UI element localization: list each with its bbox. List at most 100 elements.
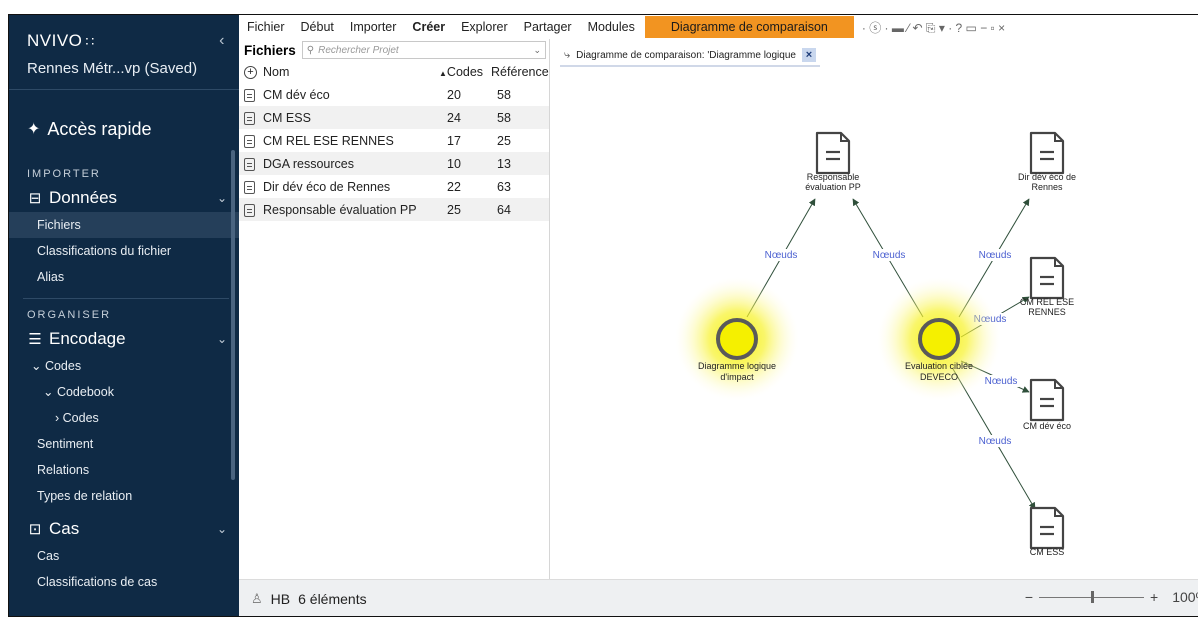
menu-modules[interactable]: Modules [580,20,643,34]
sidebar-item-relation-types[interactable]: Types de relation [9,483,239,509]
cell-reference: 58 [487,106,549,129]
doc-node-cmdev[interactable]: CM dév éco [1023,378,1071,431]
table-row[interactable]: CM REL ESE RENNES 17 25 [239,129,549,152]
cell-reference: 63 [497,179,511,194]
center-node-left[interactable]: Diagramme logique d'impact [675,277,799,401]
doc-node-label-2: Rennes [1031,182,1063,192]
center-node-right-label-1: Evaluation ciblée [905,361,973,371]
edge-label: Nœuds [979,436,1012,447]
coding-icon: ☰ [28,331,42,348]
sidebar-item-alias[interactable]: Alias [9,264,239,290]
document-icon [244,203,255,217]
cell-codes: 25 [435,198,487,221]
database-icon: ⊟ [28,190,42,207]
table-row[interactable]: CM dév éco 20 58 [239,83,549,106]
group-coding[interactable]: ☰ Encodage ⌄ [9,321,239,353]
zoom-slider[interactable] [1039,590,1144,603]
edge-label: Nœuds [873,250,906,261]
cell-codes: 20 [447,87,461,102]
cell-reference: 13 [487,152,549,175]
zoom-thumb[interactable] [1091,590,1094,603]
quick-access-label: Accès rapide [47,118,152,139]
document-icon [1029,506,1065,550]
menu-file[interactable]: Fichier [239,20,293,34]
edge-label: Nœuds [985,376,1018,387]
toolbar-icons[interactable]: · ⓢ · ▬ ⁄ ↶ ⎘ ▾ · ? ▭ − ▫ × [862,19,1005,36]
table-row[interactable]: CM ESS 24 58 [239,106,549,129]
user-icon: ♙ [251,590,263,606]
zoom-out-icon[interactable]: − [1025,589,1033,605]
column-name[interactable]: Nom [263,61,435,83]
sidebar-item-label: Codes [62,411,99,425]
column-reference[interactable]: Référence [487,61,549,83]
doc-node-cmrel[interactable]: CM REL ESE RENNES [1020,256,1074,317]
doc-node-dir[interactable]: Dir dév éco de Rennes [1018,131,1076,192]
menu-explore[interactable]: Explorer [453,20,516,34]
cell-codes: 22 [447,179,461,194]
chevron-down-icon: ⌄ [216,332,227,346]
zoom-in-icon[interactable]: + [1150,589,1158,605]
chevron-right-icon: › [55,411,63,425]
document-icon [1029,378,1065,422]
doc-node-cmess[interactable]: CM ESS [1029,506,1065,557]
edge-label: Nœuds [765,250,798,261]
cell-codes: 10 [435,152,487,175]
sidebar-item-file-classifications[interactable]: Classifications du fichier [9,238,239,264]
sidebar-item-relations[interactable]: Relations [9,457,239,483]
center-node-left-label-1: Diagramme logique [698,361,776,371]
doc-node-label-1: Responsable [807,172,860,182]
center-node-right-label-2: DEVECO [920,372,958,382]
chevron-down-icon[interactable]: ⌄ [533,45,541,56]
doc-node-label-1: CM REL ESE [1020,297,1074,307]
document-icon [1029,131,1065,175]
group-data[interactable]: ⊟ Données ⌄ [9,180,239,212]
edge-label: Nœuds [979,250,1012,261]
menu-bar: Fichier Début Importer Créer Explorer Pa… [239,15,1198,39]
group-cases[interactable]: ⊡ Cas ⌄ [9,509,239,543]
sidebar-item-label: Codes [44,359,82,373]
doc-node-label-1: CM ESS [1030,547,1065,557]
menu-home[interactable]: Début [293,20,342,34]
table-row[interactable]: DGA ressources 10 13 [239,152,549,175]
brand-mark-icon: ∷ [85,33,95,49]
doc-node-resp[interactable]: Responsable évaluation PP [805,131,861,192]
cell-name: CM dév éco [263,87,330,102]
status-bar: ♙ HB 6 éléments − + 100% [239,579,1198,616]
document-icon [244,111,255,125]
menu-comparison-diagram[interactable]: Diagramme de comparaison [644,16,854,38]
chevron-down-icon: ⌄ [216,522,227,536]
menu-import[interactable]: Importer [342,20,405,34]
sidebar-item-case-classifications[interactable]: Classifications de cas [9,569,239,595]
sidebar-scrollbar[interactable] [231,150,235,480]
table-row[interactable]: Responsable évaluation PP 25 64 [239,198,549,221]
pin-icon: ✦ [27,121,41,138]
cell-name: DGA ressources [263,152,435,175]
files-panel: Fichiers ⚲ Rechercher Projet ⌄ + Nom ▲Co… [239,39,550,579]
center-node-right[interactable]: Evaluation ciblée DEVECO [877,277,1001,401]
cell-name: Dir dév éco de Rennes [263,179,391,194]
files-title: Fichiers [244,42,296,58]
search-input[interactable]: ⚲ Rechercher Projet ⌄ [301,41,546,59]
sidebar-item-cases[interactable]: Cas [9,543,239,569]
menu-share[interactable]: Partager [516,20,580,34]
section-organize: ORGANISER [27,309,112,321]
sidebar-item-files[interactable]: Fichiers [9,212,239,238]
files-table: + Nom ▲Codes Référence CM dév éco 20 58 … [239,61,549,221]
sort-asc-icon: ▲ [439,69,447,78]
table-row[interactable]: Dir dév éco de Rennes 22 63 [239,175,549,198]
add-icon[interactable]: + [244,66,257,80]
cell-codes: 17 [447,133,461,148]
sidebar-item-codes[interactable]: ⌄ Codes [9,353,239,379]
quick-access[interactable]: ✦ Accès rapide [9,90,239,148]
sidebar-item-sentiment[interactable]: Sentiment [9,431,239,457]
document-icon [244,157,255,171]
column-codes[interactable]: ▲Codes [435,61,487,83]
collapse-sidebar-icon[interactable]: ‹ [219,32,225,50]
table-header: + Nom ▲Codes Référence [239,61,549,83]
cell-name: CM REL ESE RENNES [263,133,394,148]
group-data-label: Données [49,188,118,207]
sidebar-item-codebook-codes[interactable]: › Codes [9,405,239,431]
cell-name: Responsable évaluation PP [263,198,435,221]
menu-create[interactable]: Créer [404,20,453,34]
sidebar-item-codebook[interactable]: ⌄ Codebook [9,379,239,405]
